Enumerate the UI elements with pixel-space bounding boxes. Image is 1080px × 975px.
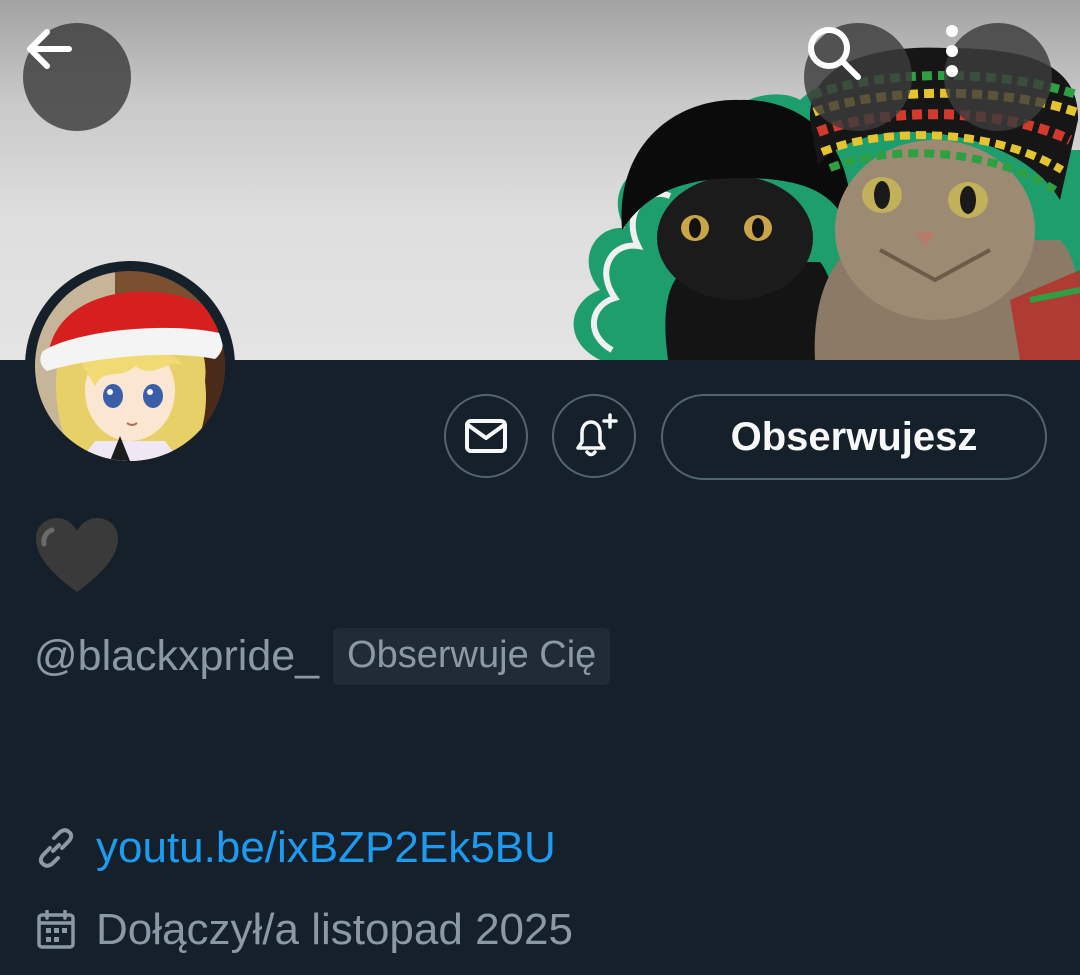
profile-link-row: youtu.be/ixBZP2Ek5BU	[36, 818, 556, 878]
profile-avatar[interactable]	[25, 261, 235, 471]
black-cat-face	[657, 176, 813, 300]
arrow-left-icon	[27, 29, 72, 69]
following-button[interactable]: Obserwujesz	[661, 394, 1047, 480]
bell-plus-icon	[576, 413, 618, 457]
more-vertical-icon	[946, 25, 958, 77]
link-icon	[38, 828, 74, 868]
user-handle: @blackxpride_	[34, 631, 320, 680]
follows-you-badge: Obserwuje Cię	[333, 627, 611, 685]
calendar-icon	[37, 910, 75, 949]
back-button[interactable]	[23, 23, 131, 131]
more-options-button[interactable]	[944, 23, 1052, 131]
avatar-image	[35, 271, 225, 461]
display-name	[34, 516, 124, 600]
search-icon	[808, 27, 861, 80]
black-heart-icon	[36, 518, 118, 592]
joined-date-row: Dołączył/a listopad 2025	[36, 900, 573, 960]
mail-icon	[465, 419, 507, 453]
search-button[interactable]	[804, 23, 912, 131]
handle-row: @blackxpride_ Obserwuje Cię	[34, 626, 611, 686]
joined-date: Dołączył/a listopad 2025	[96, 905, 573, 954]
message-button[interactable]	[444, 394, 528, 478]
profile-website-link[interactable]: youtu.be/ixBZP2Ek5BU	[96, 823, 556, 873]
notifications-button[interactable]	[552, 394, 636, 478]
